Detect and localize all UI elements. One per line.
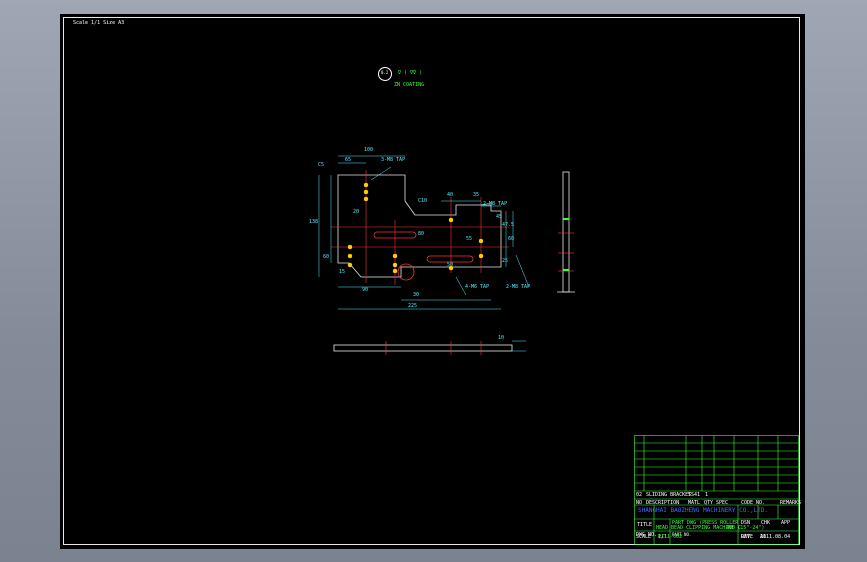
- header-qty: QTY: [704, 500, 714, 506]
- dwg-row: DWG NO. P111-002 REV A1: [634, 532, 799, 544]
- header-desc: DESCRIPTION: [646, 500, 680, 506]
- dim-top-100: 100: [364, 147, 374, 153]
- dim-left-60: 60: [323, 254, 330, 260]
- bottom-view-dims: [512, 340, 526, 352]
- side-dim-10: 10: [498, 335, 505, 341]
- callout-tap-bottom: 4-M6 TAP: [465, 284, 490, 290]
- dim-25: 25: [502, 258, 509, 264]
- dim-c10: C10: [418, 198, 428, 204]
- dim-80: 80: [418, 231, 425, 237]
- dwg-value: P111-002: [658, 534, 683, 540]
- dim-30: 30: [413, 292, 420, 298]
- dim-left-138: 138: [309, 219, 319, 225]
- item-matl: SS41: [688, 492, 701, 498]
- header-remarks: REMARKS: [780, 500, 802, 506]
- bottom-view: [333, 344, 513, 352]
- bottom-view-centers: [385, 341, 482, 355]
- header-no: NO: [636, 500, 643, 506]
- dim-45: 45: [496, 214, 503, 220]
- callout-tap-bottom-2: 2-M8 TAP: [506, 284, 531, 290]
- dim-60-right: 60: [508, 236, 515, 242]
- side-view: [557, 171, 575, 293]
- title-label: TITLE: [637, 522, 653, 528]
- drawing-sheet: Scale 1/1 Size A3 0.2 ∇ ( ∇∇ ) ZN COATIN…: [61, 15, 804, 548]
- dsn-label: DSN: [741, 520, 751, 526]
- title-block: 02 SLIDING BRACKET SS41 1 NO DESCRIPTION…: [634, 435, 802, 545]
- header-spec: SPEC: [716, 500, 729, 506]
- chk-label: CHK: [761, 520, 771, 526]
- center-lines: [331, 170, 509, 285]
- side-view-holes: [563, 218, 569, 271]
- side-view-centers: [558, 232, 574, 272]
- item-desc: SLIDING BRACKET: [646, 492, 692, 498]
- dim-225: 225: [408, 303, 418, 309]
- title-code: 400 C: [726, 525, 742, 531]
- dim-15: 15: [339, 269, 346, 275]
- dim-top-65: 65: [345, 157, 352, 163]
- rev-label: REV: [741, 534, 751, 540]
- dim-50: 50: [447, 262, 454, 268]
- dwg-label: DWG NO.: [636, 532, 658, 538]
- header-code: CODE NO.: [741, 500, 766, 506]
- callout-tap-right: 2-M8 TAP: [483, 201, 508, 207]
- dim-90: 90: [362, 287, 369, 293]
- company-name: SHANGHAI BAOZHENG MACHINERY CO.,LTD.: [638, 507, 769, 514]
- front-view-outline: [337, 174, 502, 278]
- callout-tap-top: 3-M8 TAP: [381, 157, 406, 163]
- tapped-holes: [347, 182, 484, 274]
- dim-35: 35: [473, 192, 480, 198]
- slots: [373, 231, 474, 281]
- item-qty: 1: [705, 492, 709, 498]
- header-matl: MATL: [688, 500, 701, 506]
- app-label: APP: [781, 520, 791, 526]
- dim-47-5: 47.5: [502, 222, 515, 228]
- item-no: 02: [636, 492, 643, 498]
- dim-40: 40: [447, 192, 454, 198]
- dim-chamfer: C5: [318, 162, 325, 168]
- dim-55: 55: [466, 236, 473, 242]
- rev-value: A1: [760, 534, 767, 540]
- title-line-2: HEAD BEAD CLIPPING MACHINE (15"-24"): [656, 525, 765, 531]
- dim-20: 20: [353, 209, 360, 215]
